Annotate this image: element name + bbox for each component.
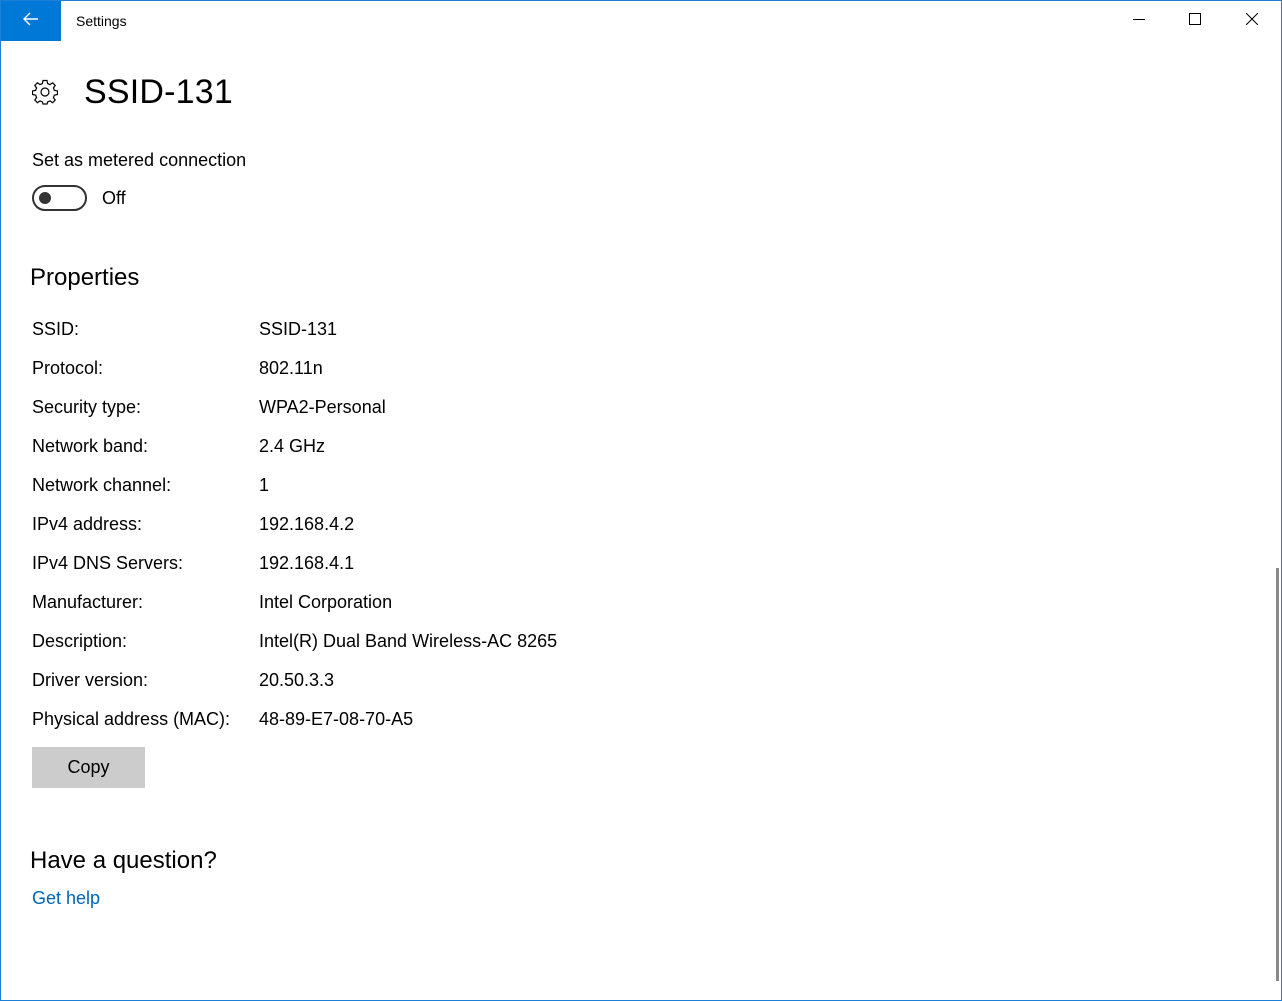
metered-connection-toggle[interactable] <box>32 185 87 211</box>
property-value: Intel Corporation <box>259 592 393 612</box>
back-arrow-icon <box>23 12 39 31</box>
property-value: 48-89-E7-08-70-A5 <box>259 709 414 729</box>
property-label: Physical address (MAC): <box>32 709 231 729</box>
close-button[interactable] <box>1224 1 1280 41</box>
minimize-button[interactable] <box>1111 1 1167 41</box>
property-label: IPv4 address: <box>32 514 143 534</box>
property-label: Protocol: <box>32 358 104 378</box>
property-row-driver-version: Driver version: 20.50.3.3 <box>32 670 334 696</box>
property-row-manufacturer: Manufacturer: Intel Corporation <box>32 592 392 618</box>
app-title: Settings <box>76 13 127 29</box>
property-value: 2.4 GHz <box>259 436 326 456</box>
property-value: 192.168.4.1 <box>259 553 355 573</box>
property-value: 192.168.4.2 <box>259 514 355 534</box>
page-header: SSID-131 <box>31 71 233 113</box>
property-value: SSID-131 <box>259 319 338 339</box>
property-row-mac-address: Physical address (MAC): 48-89-E7-08-70-A… <box>32 709 413 735</box>
properties-heading: Properties <box>30 264 140 291</box>
vertical-scrollbar[interactable] <box>1276 568 1279 981</box>
gear-icon <box>31 78 59 106</box>
page-title: SSID-131 <box>84 72 234 111</box>
property-label: Network band: <box>32 436 149 456</box>
toggle-knob <box>39 192 51 204</box>
property-row-ssid: SSID: SSID-131 <box>32 319 337 345</box>
property-row-ipv4-address: IPv4 address: 192.168.4.2 <box>32 514 354 540</box>
toggle-state-label: Off <box>102 188 126 208</box>
minimize-icon <box>1133 12 1145 30</box>
help-heading: Have a question? <box>30 847 217 874</box>
property-value: 802.11n <box>259 358 323 378</box>
property-value: 20.50.3.3 <box>259 670 335 690</box>
property-row-network-channel: Network channel: 1 <box>32 475 269 501</box>
metered-connection-label: Set as metered connection <box>32 150 247 170</box>
close-icon <box>1245 12 1259 30</box>
settings-window: Settings SSID-131 Set as metered connect… <box>0 0 1282 1001</box>
copy-button[interactable]: Copy <box>32 747 145 788</box>
property-row-protocol: Protocol: 802.11n <box>32 358 323 384</box>
property-row-security-type: Security type: WPA2-Personal <box>32 397 386 423</box>
property-label: IPv4 DNS Servers: <box>32 553 184 573</box>
maximize-button[interactable] <box>1167 1 1223 41</box>
title-bar: Settings <box>1 1 1281 41</box>
property-label: Description: <box>32 631 128 651</box>
property-row-description: Description: Intel(R) Dual Band Wireless… <box>32 631 557 657</box>
maximize-icon <box>1189 12 1201 30</box>
property-value: WPA2-Personal <box>259 397 386 417</box>
property-label: SSID: <box>32 319 80 339</box>
property-row-ipv4-dns: IPv4 DNS Servers: 192.168.4.1 <box>32 553 354 579</box>
property-label: Driver version: <box>32 670 149 690</box>
property-label: Network channel: <box>32 475 172 495</box>
property-row-network-band: Network band: 2.4 GHz <box>32 436 325 462</box>
back-button[interactable] <box>1 1 61 41</box>
property-value: Intel(R) Dual Band Wireless-AC 8265 <box>259 631 558 651</box>
property-value: 1 <box>259 475 270 495</box>
property-label: Manufacturer: <box>32 592 144 612</box>
property-label: Security type: <box>32 397 142 417</box>
get-help-link[interactable]: Get help <box>32 888 100 909</box>
